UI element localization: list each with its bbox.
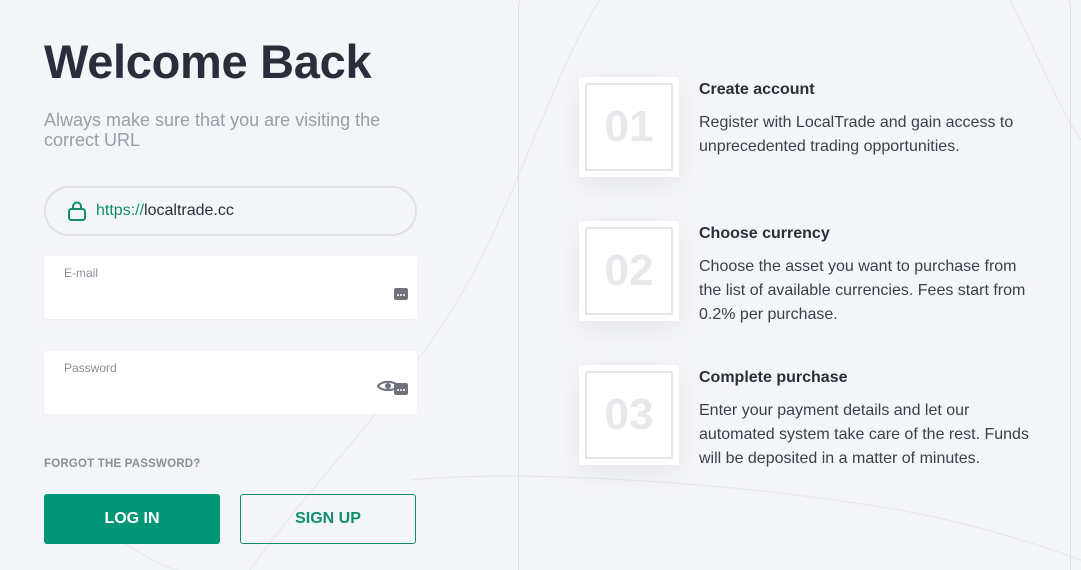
step-title: Complete purchase xyxy=(699,369,848,386)
step-description: Choose the asset you want to purchase fr… xyxy=(699,258,1026,323)
login-button[interactable]: LOG IN xyxy=(44,494,220,544)
url-text: https://localtrade.cc xyxy=(96,202,234,220)
url-host: localtrade.cc xyxy=(144,202,234,219)
email-label: E-mail xyxy=(64,266,99,280)
url-protocol: https:// xyxy=(96,202,145,219)
password-field[interactable]: Password xyxy=(44,351,417,414)
email-field[interactable]: E-mail xyxy=(44,256,417,319)
step-description: Enter your payment details and let our a… xyxy=(699,402,1029,467)
step-number-box: 01 xyxy=(579,77,679,177)
keyboard-icon[interactable] xyxy=(394,383,408,395)
step-title: Create account xyxy=(699,81,815,98)
page-title: Welcome Back xyxy=(44,35,372,88)
lock-icon xyxy=(68,201,86,221)
step-choose-currency: 02 Choose currency Choose the asset you … xyxy=(579,221,1049,331)
step-number-box: 02 xyxy=(579,221,679,321)
step-title: Choose currency xyxy=(699,225,830,242)
url-indicator: https://localtrade.cc xyxy=(44,186,417,236)
step-create-account: 01 Create account Register with LocalTra… xyxy=(579,77,1049,187)
keyboard-icon[interactable] xyxy=(394,288,408,300)
email-input[interactable] xyxy=(64,284,364,308)
step-number: 03 xyxy=(585,371,673,459)
forgot-password-link[interactable]: FORGOT THE PASSWORD? xyxy=(44,458,200,470)
step-description: Register with LocalTrade and gain access… xyxy=(699,114,1014,155)
login-page: Welcome Back Always make sure that you a… xyxy=(0,0,1081,570)
signup-button[interactable]: SIGN UP xyxy=(240,494,416,544)
step-number: 02 xyxy=(585,227,673,315)
password-label: Password xyxy=(64,361,117,375)
step-number-box: 03 xyxy=(579,365,679,465)
step-number: 01 xyxy=(585,83,673,171)
step-complete-purchase: 03 Complete purchase Enter your payment … xyxy=(579,365,1049,475)
password-input[interactable] xyxy=(64,379,364,403)
url-warning-text: Always make sure that you are visiting t… xyxy=(44,110,381,150)
